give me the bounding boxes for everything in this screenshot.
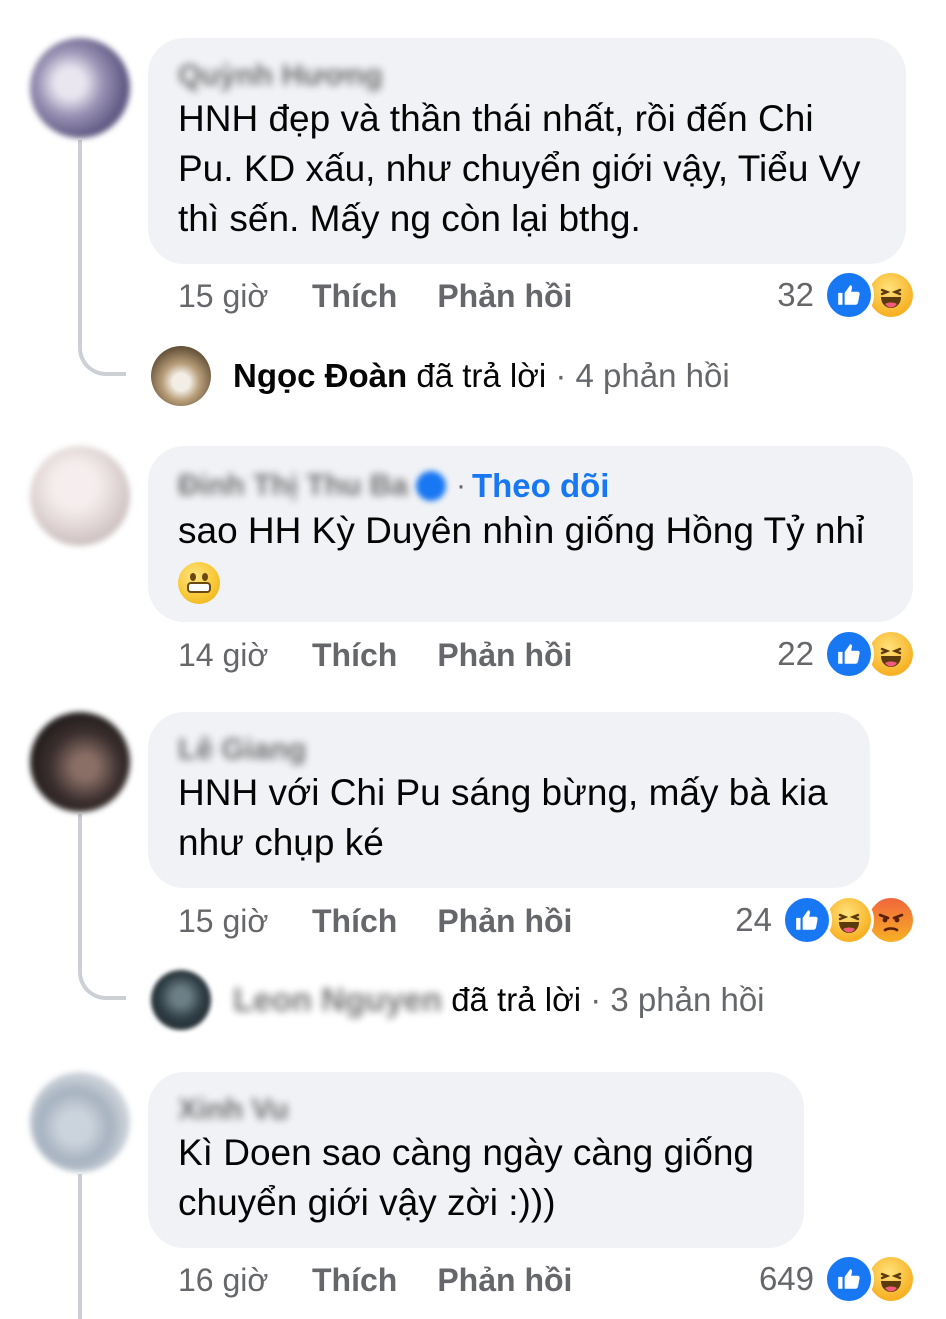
like-icon [824, 270, 874, 320]
reply-verb: đã trả lời [451, 981, 582, 1018]
view-replies-link[interactable]: Leon Nguyen đã trả lời · 3 phản hồi [233, 970, 765, 1030]
like-button[interactable]: Thích [312, 274, 397, 318]
comment-actions: 15 giờ Thích Phản hồi [178, 899, 612, 943]
comment-text: HNH đẹp và thần thái nhất, rồi đến Chi P… [178, 98, 861, 239]
verified-badge-icon [415, 471, 446, 501]
view-replies-link[interactable]: Ngọc Đoàn đã trả lời · 4 phản hồi [233, 346, 730, 406]
comment-bubble: Quỳnh Hương HNH đẹp và thần thái nhất, r… [148, 38, 906, 264]
reply-author: Ngọc Đoàn [233, 357, 408, 394]
avatar[interactable] [30, 446, 130, 546]
comment-actions: 15 giờ Thích Phản hồi [178, 274, 612, 318]
comment-author[interactable]: Lê Giang [178, 732, 840, 768]
reply-verb: đã trả lời [416, 357, 547, 394]
reply-author: Leon Nguyen [233, 981, 443, 1018]
comment-bubble: Đinh Thị Thu Ba · Theo dõi sao HH Kỳ Duy… [148, 446, 913, 622]
comment-actions: 14 giờ Thích Phản hồi [178, 633, 612, 677]
like-button[interactable]: Thích [312, 633, 397, 677]
comment-time[interactable]: 15 giờ [178, 274, 312, 318]
reaction-count: 32 [777, 276, 814, 313]
comment-text: sao HH Kỳ Duyên nhìn giống Hồng Tỷ nhỉ [178, 510, 865, 551]
reply-count: · 3 phản hồi [590, 981, 765, 1018]
like-button[interactable]: Thích [312, 1258, 397, 1302]
reaction-count: 24 [735, 901, 772, 938]
avatar[interactable] [30, 38, 130, 138]
thread-curve-3 [78, 960, 126, 1000]
like-button[interactable]: Thích [312, 899, 397, 943]
reaction-summary[interactable]: 22 [777, 629, 916, 679]
reply-button[interactable]: Phản hồi [437, 1258, 572, 1302]
separator: · [455, 469, 466, 502]
reply-button[interactable]: Phản hồi [437, 274, 572, 318]
comment-time[interactable]: 16 giờ [178, 1258, 312, 1302]
thread-curve-1 [78, 336, 126, 376]
comment-bubble: Lê Giang HNH với Chi Pu sáng bừng, mấy b… [148, 712, 870, 888]
comment-actions: 16 giờ Thích Phản hồi [178, 1258, 612, 1302]
reply-avatar[interactable] [151, 346, 211, 406]
grimacing-face-icon [178, 562, 220, 604]
like-icon [782, 895, 832, 945]
comment-header: Đinh Thị Thu Ba · Theo dõi [178, 466, 883, 506]
comment-author[interactable]: Đinh Thị Thu Ba [178, 468, 408, 504]
comment-time[interactable]: 14 giờ [178, 633, 312, 677]
comment-bubble: Xinh Vu Kì Doen sao càng ngày càng giống… [148, 1072, 804, 1248]
like-icon [824, 629, 874, 679]
reaction-summary[interactable]: 24 [735, 895, 916, 945]
avatar[interactable] [30, 712, 130, 812]
like-icon [824, 1254, 874, 1304]
comment-time[interactable]: 15 giờ [178, 899, 312, 943]
reaction-count: 649 [758, 1260, 814, 1297]
comment-author[interactable]: Xinh Vu [178, 1092, 774, 1128]
comment-text: HNH với Chi Pu sáng bừng, mấy bà kia như… [178, 772, 828, 863]
reaction-count: 22 [777, 635, 814, 672]
reply-count: · 4 phản hồi [555, 357, 730, 394]
reaction-summary[interactable]: 32 [777, 270, 916, 320]
comment-author[interactable]: Quỳnh Hương [178, 58, 876, 94]
thread-line-3 [78, 814, 82, 964]
avatar[interactable] [30, 1072, 130, 1172]
follow-button[interactable]: Theo dõi [472, 467, 609, 505]
thread-line-4 [78, 1174, 82, 1319]
thread-line-1 [78, 140, 82, 340]
reply-avatar[interactable] [151, 970, 211, 1030]
comment-text: Kì Doen sao càng ngày càng giống chuyển … [178, 1132, 754, 1223]
reply-button[interactable]: Phản hồi [437, 633, 572, 677]
reaction-summary[interactable]: 649 [759, 1254, 916, 1304]
reply-button[interactable]: Phản hồi [437, 899, 572, 943]
